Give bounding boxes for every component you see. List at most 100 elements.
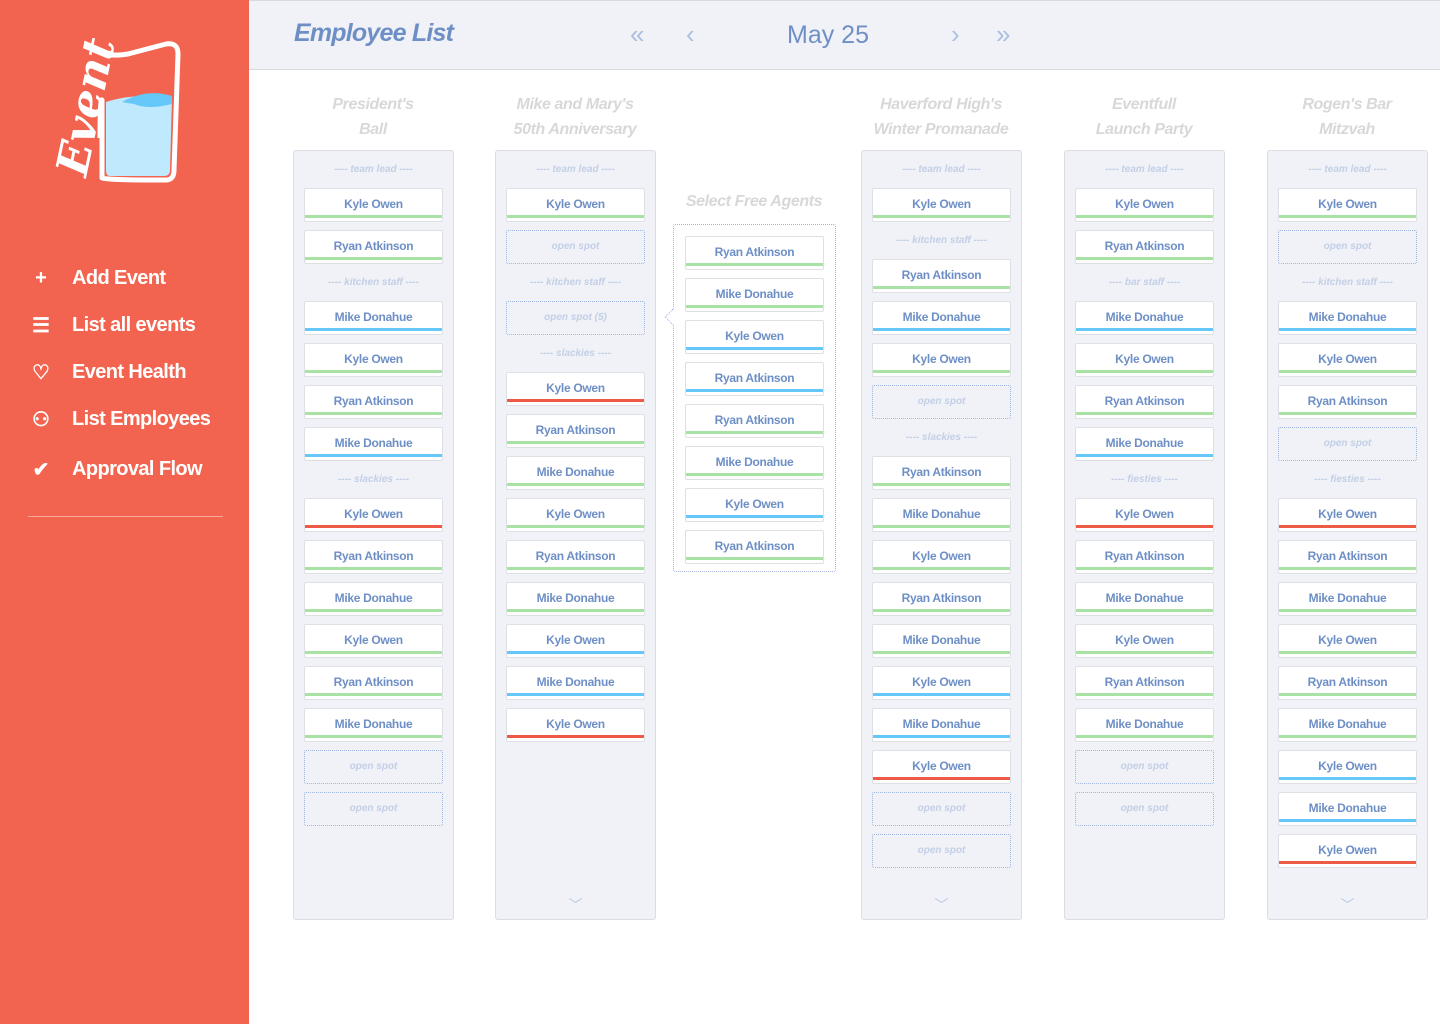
open-spot[interactable]: open spot <box>506 230 645 264</box>
employee-card[interactable]: Mike Donahue <box>304 301 443 335</box>
employee-card[interactable]: Kyle Owen <box>506 708 645 742</box>
employee-card[interactable]: Ryan Atkinson <box>304 540 443 574</box>
last-page-button[interactable]: » <box>996 19 1010 50</box>
nav-add-event[interactable]: + Add Event <box>28 261 228 295</box>
employee-card[interactable]: Kyle Owen <box>304 188 443 222</box>
next-button[interactable]: › <box>951 19 960 50</box>
chevron-down-icon[interactable]: ﹀ <box>1268 895 1427 915</box>
employee-card[interactable]: Kyle Owen <box>506 624 645 658</box>
employee-card[interactable]: Mike Donahue <box>872 708 1011 742</box>
employee-card[interactable]: Kyle Owen <box>1075 498 1214 532</box>
employee-card[interactable]: Kyle Owen <box>304 498 443 532</box>
open-spot[interactable]: open spot <box>1278 230 1417 264</box>
employee-card[interactable]: Mike Donahue <box>304 582 443 616</box>
employee-card[interactable]: Kyle Owen <box>872 750 1011 784</box>
employee-card[interactable]: Mike Donahue <box>1278 792 1417 826</box>
event-title: Mike and Mary's 50th Anniversary <box>475 92 675 142</box>
employee-card[interactable]: Ryan Atkinson <box>685 362 824 396</box>
prev-button[interactable]: ‹ <box>686 19 695 50</box>
open-spot[interactable]: open spot <box>872 834 1011 868</box>
employee-card[interactable]: Kyle Owen <box>1075 188 1214 222</box>
employee-card[interactable]: Kyle Owen <box>1278 188 1417 222</box>
employee-card[interactable]: Mike Donahue <box>685 278 824 312</box>
employee-card[interactable]: Kyle Owen <box>872 666 1011 700</box>
employee-name: Ryan Atkinson <box>1307 675 1388 689</box>
nav-event-health[interactable]: ♡ Event Health <box>28 355 228 389</box>
employee-card[interactable]: Kyle Owen <box>872 540 1011 574</box>
employee-card[interactable]: Ryan Atkinson <box>506 540 645 574</box>
employee-card[interactable]: Ryan Atkinson <box>304 230 443 264</box>
open-spot[interactable]: open spot (5) <box>506 301 645 335</box>
employee-card[interactable]: Mike Donahue <box>872 498 1011 532</box>
employee-card[interactable]: Mike Donahue <box>872 301 1011 335</box>
employee-card[interactable]: Kyle Owen <box>506 498 645 532</box>
employee-card[interactable]: Mike Donahue <box>872 624 1011 658</box>
employee-card[interactable]: Ryan Atkinson <box>685 236 824 270</box>
employee-card[interactable]: Kyle Owen <box>506 188 645 222</box>
employee-card[interactable]: Ryan Atkinson <box>506 414 645 448</box>
employee-card[interactable]: Mike Donahue <box>304 708 443 742</box>
event-title-line: Haverford High's <box>880 96 1002 113</box>
employee-card[interactable]: Kyle Owen <box>685 488 824 522</box>
employee-card[interactable]: Kyle Owen <box>1278 834 1417 868</box>
employee-card[interactable]: Kyle Owen <box>1075 624 1214 658</box>
employee-card[interactable]: Ryan Atkinson <box>872 456 1011 490</box>
employee-card[interactable]: Ryan Atkinson <box>1075 666 1214 700</box>
employee-card[interactable]: Mike Donahue <box>1075 582 1214 616</box>
status-bar-green <box>1279 651 1416 654</box>
employee-card[interactable]: Ryan Atkinson <box>1278 540 1417 574</box>
employee-card[interactable]: Kyle Owen <box>1278 343 1417 377</box>
employee-card[interactable]: Ryan Atkinson <box>1278 385 1417 419</box>
employee-card[interactable]: Kyle Owen <box>872 188 1011 222</box>
employee-card[interactable]: Mike Donahue <box>685 446 824 480</box>
employee-card[interactable]: Ryan Atkinson <box>685 404 824 438</box>
chevron-down-icon[interactable]: ﹀ <box>496 895 655 915</box>
employee-card[interactable]: Kyle Owen <box>304 343 443 377</box>
employee-card[interactable]: Mike Donahue <box>304 427 443 461</box>
employee-card[interactable]: Mike Donahue <box>506 456 645 490</box>
employee-card[interactable]: Ryan Atkinson <box>872 259 1011 293</box>
employee-card[interactable]: Mike Donahue <box>506 582 645 616</box>
chevron-down-icon[interactable]: ﹀ <box>862 895 1021 915</box>
employee-card[interactable]: Mike Donahue <box>506 666 645 700</box>
employee-name: Mike Donahue <box>1308 717 1387 731</box>
first-page-button[interactable]: « <box>630 19 644 50</box>
employee-card[interactable]: Ryan Atkinson <box>304 666 443 700</box>
employee-card[interactable]: Kyle Owen <box>304 624 443 658</box>
open-spot[interactable]: open spot <box>872 385 1011 419</box>
employee-card[interactable]: Kyle Owen <box>685 320 824 354</box>
employee-card[interactable]: Kyle Owen <box>872 343 1011 377</box>
employee-card[interactable]: Ryan Atkinson <box>872 582 1011 616</box>
event-logo: Event <box>46 38 181 183</box>
nav-list-all-events[interactable]: ☰ List all events <box>28 308 228 342</box>
employee-card[interactable]: Kyle Owen <box>1075 343 1214 377</box>
employee-card[interactable]: Mike Donahue <box>1278 301 1417 335</box>
employee-name: Kyle Owen <box>546 507 605 521</box>
employee-card[interactable]: Ryan Atkinson <box>1278 666 1417 700</box>
open-spot[interactable]: open spot <box>304 792 443 826</box>
employee-card[interactable]: Mike Donahue <box>1075 708 1214 742</box>
employee-card[interactable]: Ryan Atkinson <box>685 530 824 564</box>
status-bar-green <box>686 473 823 476</box>
employee-card[interactable]: Kyle Owen <box>1278 498 1417 532</box>
employee-card[interactable]: Kyle Owen <box>1278 624 1417 658</box>
employee-card[interactable]: Ryan Atkinson <box>1075 540 1214 574</box>
event-title: Rogen's Bar Mitzvah <box>1247 92 1440 142</box>
nav-approval-flow[interactable]: ✔ Approval Flow <box>28 452 228 486</box>
open-spot[interactable]: open spot <box>304 750 443 784</box>
employee-card[interactable]: Mike Donahue <box>1075 427 1214 461</box>
employee-card[interactable]: Ryan Atkinson <box>304 385 443 419</box>
employee-card[interactable]: Kyle Owen <box>506 372 645 406</box>
open-spot[interactable]: open spot <box>872 792 1011 826</box>
employee-card[interactable]: Mike Donahue <box>1075 301 1214 335</box>
employee-card[interactable]: Ryan Atkinson <box>1075 385 1214 419</box>
open-spot[interactable]: open spot <box>1075 792 1214 826</box>
open-spot[interactable]: open spot <box>1075 750 1214 784</box>
employee-card[interactable]: Mike Donahue <box>1278 708 1417 742</box>
employee-card[interactable]: Mike Donahue <box>1278 582 1417 616</box>
status-bar-green <box>686 557 823 560</box>
open-spot[interactable]: open spot <box>1278 427 1417 461</box>
nav-list-employees[interactable]: ⚇ List Employees <box>28 402 228 436</box>
employee-card[interactable]: Ryan Atkinson <box>1075 230 1214 264</box>
employee-card[interactable]: Kyle Owen <box>1278 750 1417 784</box>
